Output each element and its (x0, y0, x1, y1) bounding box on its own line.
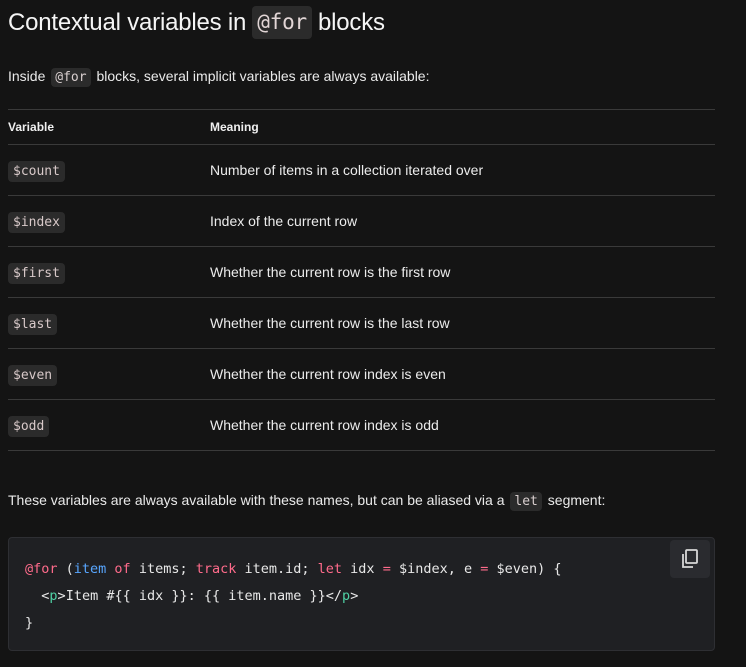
code-even-var: $even) (488, 561, 546, 577)
variable-name: $even (8, 364, 58, 386)
code-content[interactable]: @for (item of items; track item.id; let … (25, 556, 562, 637)
intro-paragraph: Inside @for blocks, several implicit var… (8, 65, 738, 89)
code-keyword-track: track (187, 561, 237, 577)
column-header-meaning: Meaning (210, 109, 715, 145)
table-row: $count Number of items in a collection i… (8, 144, 715, 196)
alias-text-before: These variables are always available wit… (8, 492, 505, 508)
code-keyword-let: let (309, 561, 343, 577)
code-lt-slash: </ (325, 588, 343, 604)
table-row: $last Whether the current row is the las… (8, 297, 715, 349)
heading-text-after: blocks (317, 8, 385, 36)
intro-code: @for (51, 68, 91, 87)
heading-text-before: Contextual variables in (8, 8, 247, 36)
variables-table: Variable Meaning $count Number of items … (8, 109, 715, 451)
alias-paragraph: These variables are always available wit… (8, 489, 738, 513)
intro-text-before: Inside (8, 68, 46, 84)
variable-name: $count (8, 160, 65, 182)
code-example-block: @for (item of items; track item.id; let … (8, 537, 715, 651)
code-tag-p-open: p (49, 588, 58, 604)
code-equals: = (472, 561, 489, 577)
variable-meaning: Whether the current row index is even (210, 348, 715, 400)
variable-name: $last (8, 313, 58, 335)
column-header-variable: Variable (8, 109, 210, 145)
code-index-var: $index, (390, 561, 456, 577)
code-keyword-of: of (106, 561, 131, 577)
copy-code-button[interactable] (670, 540, 710, 578)
code-e: e (455, 561, 473, 577)
table-row: $first Whether the current row is the fi… (8, 246, 715, 298)
code-tag-p-close: p (342, 588, 351, 604)
code-close-brace: } (25, 615, 34, 631)
code-paren: ( (57, 561, 74, 577)
variable-meaning: Whether the current row is the last row (210, 297, 715, 349)
table-row: $index Index of the current row (8, 195, 715, 247)
table-row: $even Whether the current row index is e… (8, 348, 715, 400)
code-var-item: item (73, 561, 107, 577)
variable-meaning: Index of the current row (210, 195, 715, 247)
code-items: items; (130, 561, 188, 577)
table-header-row: Variable Meaning (8, 109, 715, 145)
code-equals: = (374, 561, 391, 577)
variable-name: $first (8, 262, 65, 284)
intro-text-after: blocks, several implicit variables are a… (96, 68, 430, 84)
alias-code: let (510, 492, 542, 511)
copy-icon (682, 549, 698, 568)
code-template-text: Item #{{ idx }}: {{ item.name }} (65, 588, 326, 604)
table-row: $odd Whether the current row index is od… (8, 399, 715, 451)
variable-meaning: Whether the current row is the first row (210, 246, 715, 298)
code-gt: > (57, 588, 66, 604)
section-heading: Contextual variables in @for blocks (8, 0, 738, 39)
code-gt: > (350, 588, 359, 604)
code-keyword-for: @for (25, 561, 58, 577)
variable-meaning: Number of items in a collection iterated… (210, 144, 715, 196)
documentation-page: Contextual variables in @for blocks Insi… (0, 0, 746, 667)
code-idx: idx (342, 561, 375, 577)
variable-name: $odd (8, 415, 50, 437)
alias-text-after: segment: (547, 492, 606, 508)
heading-code: @for (252, 6, 312, 39)
variable-name: $index (8, 211, 65, 233)
variable-meaning: Whether the current row index is odd (210, 399, 715, 451)
code-open-brace: { (545, 561, 562, 577)
code-track-expr: item.id; (236, 561, 310, 577)
